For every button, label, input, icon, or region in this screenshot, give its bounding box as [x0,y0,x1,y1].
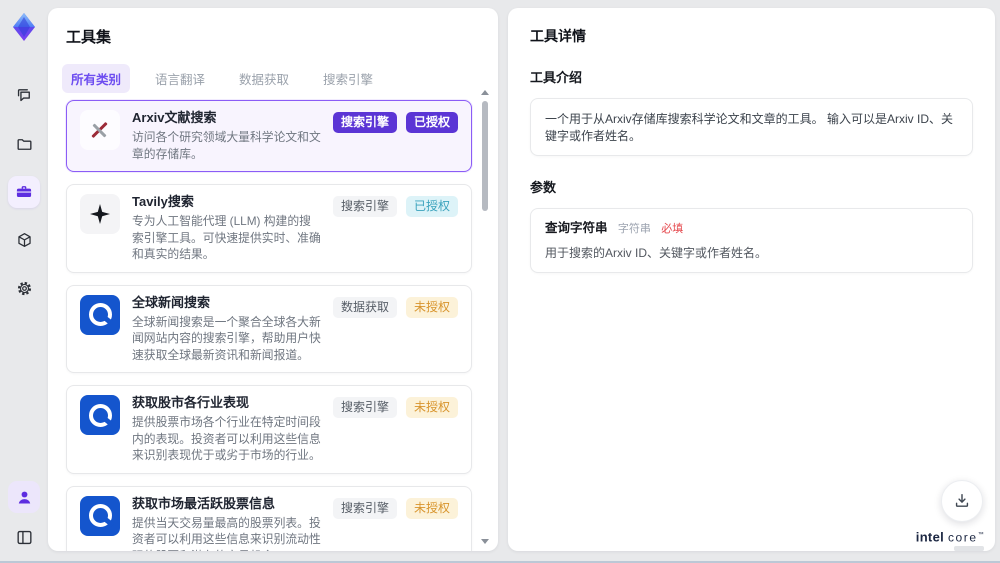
tool-title: Arxiv文献搜索 [132,110,217,125]
category-tab[interactable]: 所有类别 [62,64,131,93]
tool-card[interactable]: Arxiv文献搜索 访问各个研究领域大量科学论文和文章的存储库。 搜索引擎 已授… [66,100,472,173]
sidebar-item-chat[interactable] [8,80,40,112]
tool-title: Tavily搜索 [132,194,194,210]
tool-card[interactable]: Tavily搜索 专为人工智能代理 (LLM) 构建的搜索引擎工具。可快速提供实… [66,184,472,273]
tool-category-badge: 数据获取 [332,296,397,318]
chat-icon [17,88,30,101]
intro-heading: 工具介绍 [530,70,583,85]
tool-icon [80,395,120,436]
tool-category-badge: 搜索引擎 [332,497,397,519]
intel-core-logo-text: intel core™ [915,529,984,544]
sidebar-item-files[interactable] [8,128,40,160]
param-name: 查询字符串 [545,221,608,235]
tool-description: 访问各个研究领域大量科学论文和文章的存储库。 [132,130,321,161]
page-title: 工具集 [66,29,112,46]
tool-icon [80,194,120,235]
download-button[interactable] [941,480,983,522]
tool-card[interactable]: 获取股市各行业表现 提供股票市场各个行业在特定时间段内的表现。投资者可以利用这些… [66,385,472,474]
category-tabs: 所有类别 语言翻译 数据获取 搜索引擎 [62,64,484,93]
tool-status-badge: 已授权 [405,112,458,133]
sidebar-item-panel-toggle[interactable] [8,521,40,553]
category-tab[interactable]: 数据获取 [230,64,298,93]
scrollbar-thumb[interactable] [482,101,488,211]
tool-description: 专为人工智能代理 (LLM) 构建的搜索引擎工具。可快速提供实时、准确和真实的结… [132,214,321,262]
tool-status-badge: 未授权 [405,397,458,419]
sidebar-item-profile[interactable] [8,481,40,513]
sidebar-item-models[interactable] [8,224,40,256]
cube-icon [17,232,31,247]
tool-card[interactable]: 全球新闻搜索 全球新闻搜索是一个聚合全球各大新闻网站内容的搜索引擎，帮助用户快速… [66,284,472,374]
intel-core-logo-subtext [954,546,984,551]
param-description: 用于搜索的Arxiv ID、关键字或作者姓名。 [545,246,768,260]
tool-title: 获取市场最活跃股票信息 [132,495,276,511]
tool-category-badge: 搜索引擎 [332,397,397,419]
diamond-logo-icon [13,13,35,41]
tool-icon [80,495,120,536]
download-icon [955,494,969,507]
tool-title: 获取股市各行业表现 [132,395,250,411]
detail-title: 工具详情 [530,28,586,44]
tool-description: 提供股票市场各个行业在特定时间段内的表现。投资者可以利用这些信息来识别表现优于或… [132,415,321,463]
tool-list-panel: 工具集 所有类别 语言翻译 数据获取 搜索引擎 Arxiv文献搜索 访问各个研究领域大… [48,8,498,551]
category-tab[interactable]: 搜索引擎 [314,64,382,93]
tool-status-badge: 未授权 [405,497,458,519]
tool-description: 全球新闻搜索是一个聚合全球各大新闻网站内容的搜索引擎，帮助用户快速获取全球最新资… [132,314,321,362]
gear-icon [17,281,31,295]
tool-description: 提供当天交易量最高的股票列表。投资者可以利用这些信息来识别流动性强的股票和潜在的… [132,515,321,551]
sidebar-item-settings[interactable] [8,272,40,304]
params-heading: 参数 [530,180,557,195]
icon-rail [0,0,48,563]
app-logo[interactable] [7,10,41,44]
param-box: 查询字符串 字符串 必填 用于搜索的Arxiv ID、关键字或作者姓名。 [530,208,973,273]
tool-detail-panel: 工具详情 工具介绍 一个用于从Arxiv存储库搜索科学论文和文章的工具。 输入可… [508,8,995,551]
intro-box: 一个用于从Arxiv存储库搜索科学论文和文章的工具。 输入可以是Arxiv ID… [530,98,973,156]
tool-card[interactable]: 获取市场最活跃股票信息 提供当天交易量最高的股票列表。投资者可以利用这些信息来识… [66,485,472,551]
tool-icon [80,110,120,150]
scrollbar-up-arrow[interactable] [481,90,489,95]
param-required-badge: 必填 [661,223,684,235]
intel-core-logo: intel core™ [916,529,984,551]
user-icon [18,491,30,503]
tool-status-badge: 未授权 [405,296,458,318]
scrollbar-down-arrow[interactable] [481,539,489,544]
tool-card-list: Arxiv文献搜索 访问各个研究领域大量科学论文和文章的存储库。 搜索引擎 已授… [66,100,472,551]
tool-category-badge: 搜索引擎 [332,196,397,218]
sidebar-item-tools[interactable] [8,176,40,208]
folder-icon [16,138,32,150]
category-tab[interactable]: 语言翻译 [146,64,214,93]
param-header: 查询字符串 字符串 必填 [545,220,958,237]
tool-status-badge: 已授权 [405,196,458,218]
tool-category-badge: 搜索引擎 [332,112,397,133]
layout-icon [16,530,32,544]
tool-title: 全球新闻搜索 [132,294,211,310]
briefcase-icon [16,186,32,197]
tool-icon [80,294,120,335]
param-type: 字符串 [617,223,651,235]
